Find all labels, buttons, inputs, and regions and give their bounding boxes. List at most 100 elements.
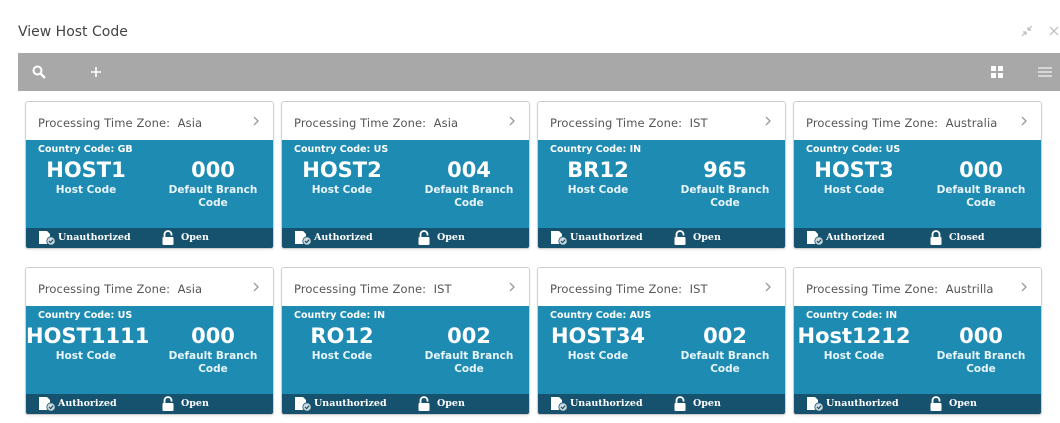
auth-status: Unauthorized — [314, 398, 387, 409]
auth-status: Authorized — [826, 232, 885, 243]
cc-label: Country Code: — [38, 310, 115, 321]
host-card[interactable]: Processing Time Zone: Asia Country Code:… — [281, 101, 530, 249]
host-card[interactable]: Processing Time Zone: Asia Country Code:… — [25, 101, 274, 249]
host-code-value: Host1212 — [797, 324, 911, 348]
processing-time-zone: Processing Time Zone: Australia — [806, 116, 997, 130]
country-code: Country Code: US — [38, 310, 132, 321]
card-header: Processing Time Zone: Australia — [794, 102, 1041, 140]
host-card[interactable]: Processing Time Zone: IST Country Code: … — [281, 267, 530, 415]
cc-label: Country Code: — [38, 144, 115, 155]
card-body: Country Code: AUS HOST34 Host Code 002 D… — [538, 306, 785, 394]
lock-icon — [162, 230, 174, 245]
processing-time-zone: Processing Time Zone: IST — [294, 282, 452, 296]
country-code: Country Code: AUS — [550, 310, 651, 321]
cc-value: US — [117, 310, 133, 321]
host-code-value: HOST1 — [46, 158, 126, 182]
tz-label: Processing Time Zone: — [294, 116, 427, 130]
auth-status-icon — [807, 397, 824, 412]
tz-value: Austrilla — [945, 282, 994, 296]
cc-label: Country Code: — [550, 310, 627, 321]
host-card[interactable]: Processing Time Zone: IST Country Code: … — [537, 101, 786, 249]
plus-icon[interactable] — [85, 62, 107, 82]
record-status: Open — [437, 232, 465, 243]
host-code-value: HOST1111 — [26, 324, 150, 348]
auth-status-icon — [295, 397, 312, 412]
host-card[interactable]: Processing Time Zone: IST Country Code: … — [537, 267, 786, 415]
chevron-right-icon[interactable] — [1019, 281, 1029, 293]
default-branch-label: Default Branch Code — [666, 350, 784, 376]
cc-value: AUS — [629, 310, 652, 321]
host-card[interactable]: Processing Time Zone: Australia Country … — [793, 101, 1042, 249]
branch-label-line1: Default Branch — [936, 350, 1026, 362]
default-branch-value: 002 — [447, 324, 491, 348]
title-bar: View Host Code — [0, 0, 1060, 52]
country-code: Country Code: IN — [550, 144, 641, 155]
record-status: Open — [693, 232, 721, 243]
host-card[interactable]: Processing Time Zone: Asia Country Code:… — [25, 267, 274, 415]
chevron-right-icon[interactable] — [763, 115, 773, 127]
tz-value: Asia — [433, 116, 459, 130]
tz-value: IST — [433, 282, 452, 296]
branch-label-line1: Default Branch — [680, 184, 770, 196]
chevron-right-icon[interactable] — [507, 281, 517, 293]
grid-icon[interactable] — [986, 62, 1008, 82]
processing-time-zone: Processing Time Zone: Austrilla — [806, 282, 994, 296]
host-code-label: Host Code — [311, 184, 373, 196]
branch-label-line2: Code — [198, 363, 228, 375]
auth-status: Unauthorized — [570, 398, 643, 409]
host-code-label: Host Code — [55, 184, 117, 196]
lock-icon — [930, 230, 942, 245]
processing-time-zone: Processing Time Zone: IST — [550, 282, 708, 296]
card-footer: Unauthorized Open — [538, 228, 785, 248]
tz-label: Processing Time Zone: — [806, 282, 939, 296]
close-icon[interactable] — [1048, 24, 1060, 41]
default-branch-value: 000 — [191, 158, 235, 182]
card-footer: Unauthorized Open — [26, 228, 273, 248]
default-branch-label: Default Branch Code — [666, 184, 784, 210]
host-card[interactable]: Processing Time Zone: Austrilla Country … — [793, 267, 1042, 415]
cc-label: Country Code: — [550, 144, 627, 155]
host-code-label: Host Code — [567, 350, 629, 362]
chevron-right-icon[interactable] — [251, 281, 261, 293]
chevron-right-icon[interactable] — [251, 115, 261, 127]
card-header: Processing Time Zone: Austrilla — [794, 268, 1041, 306]
auth-status-icon — [551, 231, 568, 246]
branch-label-line2: Code — [454, 363, 484, 375]
auth-status: Authorized — [58, 398, 117, 409]
cc-value: US — [885, 144, 901, 155]
cc-label: Country Code: — [806, 144, 883, 155]
default-branch-label: Default Branch Code — [154, 350, 272, 376]
toolbar — [18, 53, 1060, 91]
chevron-right-icon[interactable] — [1019, 115, 1029, 127]
host-code-value: HOST2 — [302, 158, 382, 182]
default-branch-label: Default Branch Code — [922, 350, 1040, 376]
search-icon[interactable] — [28, 62, 50, 82]
card-header: Processing Time Zone: IST — [538, 102, 785, 140]
country-code: Country Code: IN — [806, 310, 897, 321]
branch-label-line2: Code — [710, 197, 740, 209]
default-branch-value: 000 — [959, 158, 1003, 182]
cc-value: US — [373, 144, 389, 155]
default-branch-label: Default Branch Code — [410, 184, 528, 210]
card-body: Country Code: IN Host1212 Host Code 000 … — [794, 306, 1041, 394]
tz-label: Processing Time Zone: — [38, 116, 171, 130]
card-body: Country Code: US HOST2 Host Code 004 Def… — [282, 140, 529, 228]
list-icon[interactable] — [1034, 62, 1056, 82]
card-body: Country Code: GB HOST1 Host Code 000 Def… — [26, 140, 273, 228]
chevron-right-icon[interactable] — [763, 281, 773, 293]
card-header: Processing Time Zone: Asia — [26, 268, 273, 306]
card-footer: Authorized Open — [282, 228, 529, 248]
branch-label-line2: Code — [454, 197, 484, 209]
auth-status: Unauthorized — [570, 232, 643, 243]
card-footer: Authorized Closed — [794, 228, 1041, 248]
minimize-icon[interactable] — [1020, 24, 1034, 41]
host-code-value: HOST34 — [550, 324, 646, 348]
default-branch-label: Default Branch Code — [154, 184, 272, 210]
record-status: Open — [181, 398, 209, 409]
tz-value: Australia — [945, 116, 998, 130]
card-body: Country Code: US HOST1111 Host Code 000 … — [26, 306, 273, 394]
auth-status-icon — [39, 231, 56, 246]
chevron-right-icon[interactable] — [507, 115, 517, 127]
branch-label-line1: Default Branch — [424, 350, 514, 362]
branch-label-line1: Default Branch — [680, 350, 770, 362]
